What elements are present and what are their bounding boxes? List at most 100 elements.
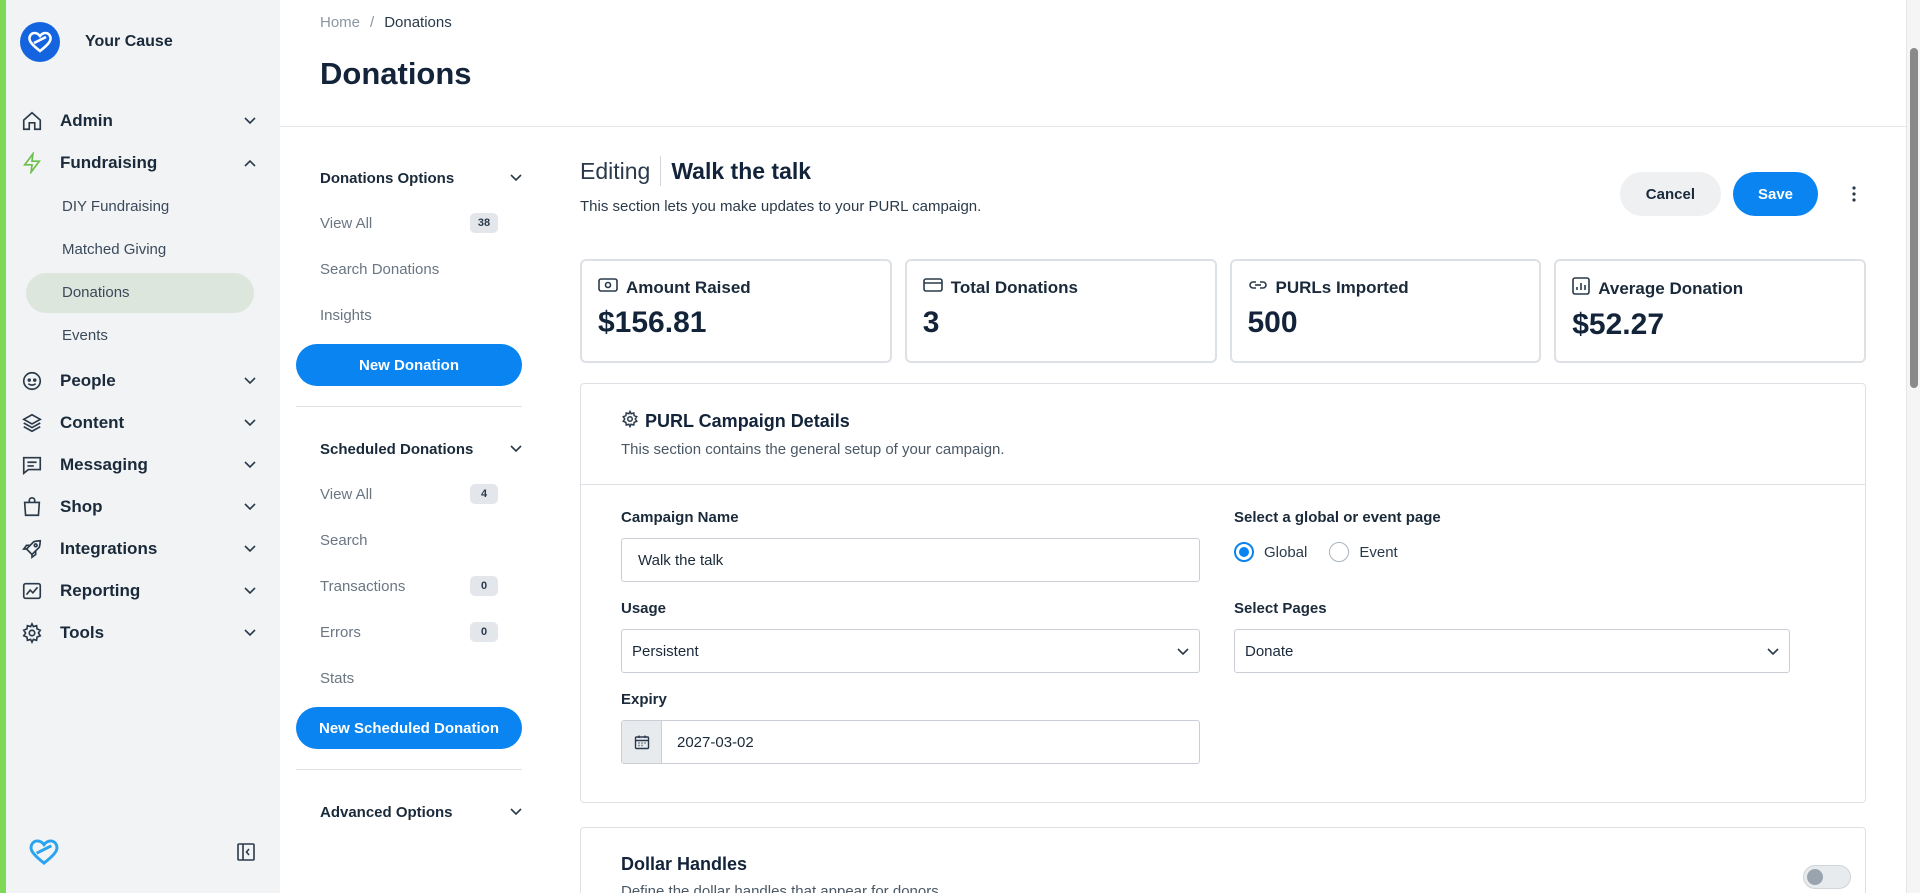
divider: [296, 406, 522, 407]
title-divider: [660, 156, 662, 186]
pages-select[interactable]: Donate: [1234, 629, 1790, 673]
field-label: Select Pages: [1234, 600, 1327, 617]
nav-item-messaging[interactable]: Messaging: [20, 444, 260, 486]
select-value: Persistent: [632, 642, 699, 660]
face-icon: [20, 369, 44, 393]
home-icon: [20, 109, 44, 133]
campaign-name-group: Campaign Name Walk the talk: [621, 509, 1200, 582]
settings-icon: [621, 409, 639, 433]
chevron-down-icon: [1177, 643, 1189, 660]
sidebar-item-matched-giving[interactable]: Matched Giving: [26, 230, 254, 270]
lightning-icon: [20, 151, 44, 175]
options-item-search-donations[interactable]: Search Donations: [296, 246, 522, 292]
panel-title: PURL Campaign Details: [621, 409, 1825, 433]
scrollbar-thumb[interactable]: [1910, 48, 1918, 388]
panel-description: This section contains the general setup …: [621, 441, 1005, 458]
sidebar-item-events[interactable]: Events: [26, 316, 254, 356]
expiry-date-input[interactable]: 2027-03-02: [621, 720, 1200, 764]
editing-actions: Cancel Save: [1619, 172, 1866, 216]
radio-event[interactable]: [1329, 542, 1350, 562]
new-donation-button[interactable]: New Donation: [296, 344, 522, 386]
options-item-label: Transactions: [320, 577, 406, 595]
heart-logo-small-icon[interactable]: [28, 838, 60, 871]
save-button[interactable]: Save: [1733, 172, 1818, 216]
page-scrollbar[interactable]: [1906, 0, 1920, 893]
options-item-errors[interactable]: Errors 0: [296, 609, 522, 655]
stat-label: PURLs Imported: [1275, 277, 1409, 297]
options-item-transactions[interactable]: Transactions 0: [296, 563, 522, 609]
options-item-label: Search: [320, 531, 368, 549]
brand[interactable]: Your Cause: [20, 22, 173, 62]
expiry-group: Expiry 2027-03-02: [621, 691, 1200, 764]
panel-title-text: PURL Campaign Details: [645, 411, 850, 431]
advanced-options-header[interactable]: Advanced Options: [296, 790, 522, 834]
count-badge: 4: [470, 484, 498, 504]
donations-options-header[interactable]: Donations Options: [296, 156, 522, 200]
nav-label: Messaging: [60, 455, 148, 474]
advanced-options-title: Advanced Options: [320, 803, 453, 821]
nav-item-people[interactable]: People: [20, 360, 260, 402]
chevron-down-icon: [240, 371, 260, 391]
chevron-up-icon: [240, 153, 260, 173]
new-scheduled-donation-button[interactable]: New Scheduled Donation: [296, 707, 522, 749]
chevron-down-icon: [240, 623, 260, 643]
options-item-view-all-scheduled[interactable]: View All 4: [296, 471, 522, 517]
money-icon: [598, 277, 618, 298]
stat-label: Total Donations: [950, 277, 1078, 297]
usage-group: Usage Persistent: [621, 600, 1200, 673]
nav-item-tools[interactable]: Tools: [20, 612, 260, 654]
chevron-down-icon: [240, 111, 260, 131]
page-title: Donations: [320, 56, 472, 91]
nav-item-shop[interactable]: Shop: [20, 486, 260, 528]
options-item-label: Search Donations: [320, 260, 440, 278]
stat-card-purls-imported: PURLs Imported 500: [1229, 259, 1542, 363]
stat-label: Average Donation: [1598, 278, 1744, 298]
nav-label: People: [60, 371, 116, 390]
breadcrumb-current: Donations: [384, 14, 452, 31]
sidebar-collapse-icon[interactable]: [236, 842, 256, 867]
stat-value: 500: [1247, 306, 1298, 339]
radio-global[interactable]: [1234, 542, 1254, 562]
campaign-title: Walk the talk: [671, 157, 812, 184]
breadcrumb-home[interactable]: Home: [320, 14, 360, 31]
dollar-handles-toggle[interactable]: [1803, 865, 1851, 889]
options-item-label: View All: [320, 485, 373, 503]
sidebar-item-donations[interactable]: Donations: [26, 273, 254, 313]
divider: [296, 769, 522, 770]
panel-body: Campaign Name Walk the talk Select a glo…: [581, 485, 1865, 802]
chevron-down-icon: [240, 455, 260, 475]
options-item-label: Stats: [320, 669, 355, 687]
options-item-label: Errors: [320, 623, 361, 641]
bag-icon: [20, 495, 44, 519]
page-type-group: Select a global or event page Global Eve…: [1234, 509, 1790, 582]
gear-icon: [20, 621, 44, 645]
options-item-stats[interactable]: Stats: [296, 655, 522, 701]
usage-select[interactable]: Persistent: [621, 629, 1200, 673]
calendar-icon[interactable]: [622, 721, 662, 763]
nav-item-fundraising[interactable]: Fundraising: [20, 142, 260, 184]
nav-item-integrations[interactable]: Integrations: [20, 528, 260, 570]
more-options-icon[interactable]: [1842, 182, 1866, 206]
campaign-name-input[interactable]: Walk the talk: [621, 538, 1200, 582]
main-nav: Admin Fundraising DIY Fundraising Matche…: [20, 100, 260, 654]
chevron-down-icon: [510, 169, 522, 187]
chevron-down-icon: [1767, 643, 1779, 660]
nav-label: Integrations: [60, 539, 158, 558]
radio-label: Global: [1264, 543, 1308, 561]
cancel-button[interactable]: Cancel: [1619, 172, 1721, 216]
rocket-icon: [20, 537, 44, 561]
sidebar-item-diy-fundraising[interactable]: DIY Fundraising: [26, 187, 254, 227]
editing-header: Editing Walk the talk This section lets …: [580, 156, 1866, 256]
count-badge: 38: [470, 213, 498, 233]
options-item-search[interactable]: Search: [296, 517, 522, 563]
chart-icon: [20, 579, 44, 603]
options-item-insights[interactable]: Insights: [296, 292, 522, 338]
link-icon: [1248, 277, 1268, 298]
nav-item-reporting[interactable]: Reporting: [20, 570, 260, 612]
nav-item-content[interactable]: Content: [20, 402, 260, 444]
nav-label: Content: [60, 413, 125, 432]
nav-item-admin[interactable]: Admin: [20, 100, 260, 142]
options-item-view-all[interactable]: View All 38: [296, 200, 522, 246]
scheduled-donations-header[interactable]: Scheduled Donations: [296, 427, 522, 471]
chevron-down-icon: [240, 497, 260, 517]
